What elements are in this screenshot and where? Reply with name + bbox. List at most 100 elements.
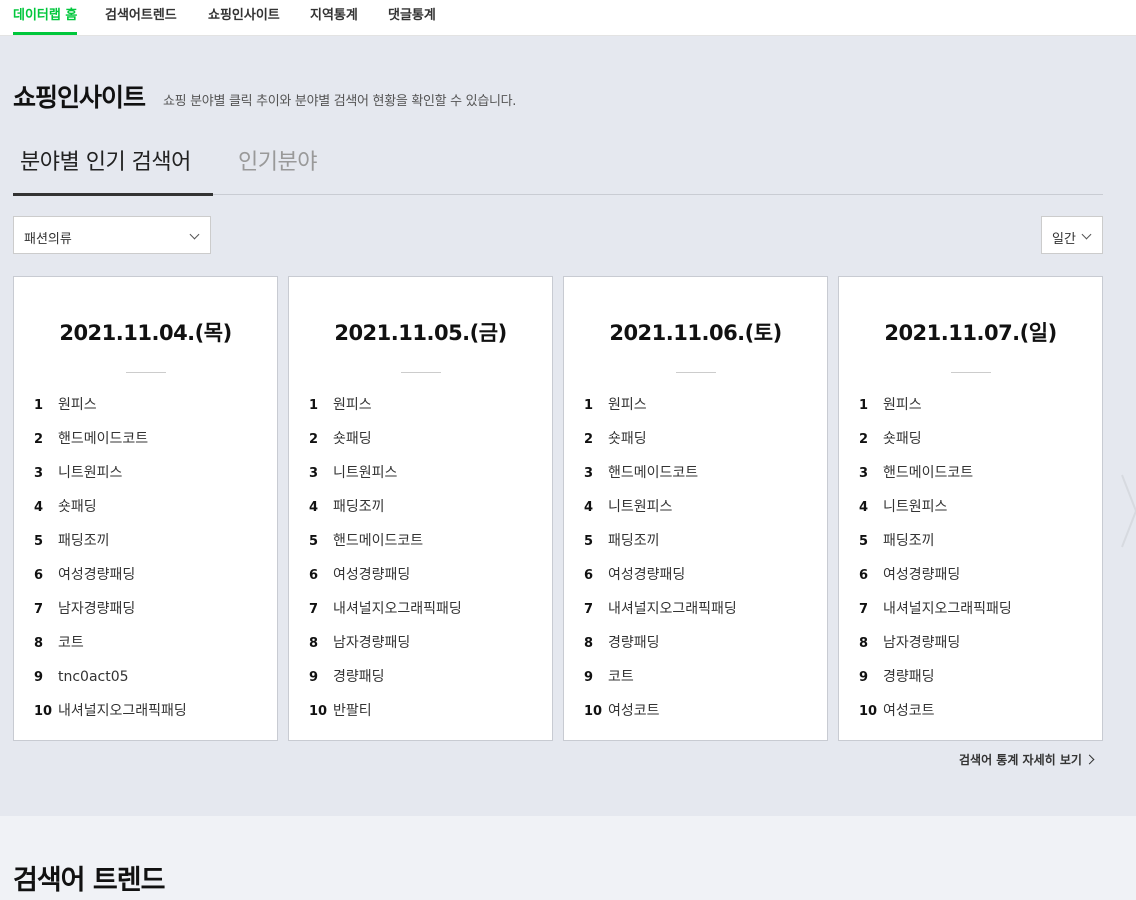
keyword-text: 니트원피스 — [608, 499, 673, 515]
rank-number: 8 — [584, 636, 594, 651]
keyword-text: 패딩조끼 — [883, 533, 935, 549]
keyword-rank-item[interactable]: 7 내셔널지오그래픽패딩 — [309, 598, 462, 632]
rank-number: 10 — [584, 704, 603, 719]
keyword-text: 원피스 — [883, 397, 922, 413]
nav-item-datalab-home[interactable]: 데이터랩 홈 — [13, 0, 78, 35]
keyword-rank-item[interactable]: 4 니트원피스 — [859, 496, 1012, 530]
keyword-text: 패딩조끼 — [608, 533, 660, 549]
rank-number: 10 — [859, 704, 878, 719]
keyword-rank-item[interactable]: 5 패딩조끼 — [34, 530, 187, 564]
keyword-rank-item[interactable]: 5 핸드메이드코트 — [309, 530, 462, 564]
keyword-text: 숏패딩 — [608, 431, 647, 447]
rank-number: 4 — [34, 500, 44, 515]
keyword-rank-item[interactable]: 5 패딩조끼 — [859, 530, 1012, 564]
chevron-down-icon — [1081, 229, 1092, 240]
keyword-rank-item[interactable]: 8 남자경량패딩 — [309, 632, 462, 666]
view-keyword-stats-link[interactable]: 검색어 통계 자세히 보기 — [959, 751, 1095, 768]
rank-number: 9 — [34, 670, 44, 685]
keyword-ranking-list: 1 원피스 2 핸드메이드코트 3 니트원피스 4 숏패딩 5 패딩조끼 6 여성경량패딩 7 남자경량패… — [34, 394, 187, 734]
rank-number: 6 — [859, 568, 869, 583]
nav-item-regional-stats[interactable]: 지역통계 — [310, 0, 358, 35]
rank-number: 5 — [859, 534, 869, 549]
page-description: 쇼핑 분야별 클릭 추이와 분야별 검색어 현황을 확인할 수 있습니다. — [163, 94, 517, 109]
section-title-search-trend: 검색어 트렌드 — [13, 865, 165, 896]
keyword-rank-item[interactable]: 1 원피스 — [309, 394, 462, 428]
keyword-rank-item[interactable]: 5 패딩조끼 — [584, 530, 737, 564]
keyword-rank-item[interactable]: 3 핸드메이드코트 — [584, 462, 737, 496]
page-title: 쇼핑인사이트 — [13, 83, 146, 112]
rank-number: 1 — [584, 398, 594, 413]
keyword-text: 니트원피스 — [333, 465, 398, 481]
keyword-rank-item[interactable]: 6 여성경량패딩 — [859, 564, 1012, 598]
keyword-ranking-list: 1 원피스 2 숏패딩 3 니트원피스 4 패딩조끼 5 핸드메이드코트 6 여성경량패딩 7 내셔널지오… — [309, 394, 462, 734]
keyword-rank-item[interactable]: 7 남자경량패딩 — [34, 598, 187, 632]
rank-number: 5 — [584, 534, 594, 549]
keyword-text: 핸드메이드코트 — [333, 533, 424, 549]
keyword-rank-item[interactable]: 9 경량패딩 — [859, 666, 1012, 700]
tab-popular-categories[interactable]: 인기분야 — [238, 144, 317, 176]
keyword-rank-item[interactable]: 4 숏패딩 — [34, 496, 187, 530]
keyword-text: 숏패딩 — [883, 431, 922, 447]
nav-item-comment-stats[interactable]: 댓글통계 — [388, 0, 436, 35]
view-keyword-stats-label: 검색어 통계 자세히 보기 — [959, 753, 1082, 767]
keyword-rank-item[interactable]: 4 패딩조끼 — [309, 496, 462, 530]
keyword-rank-item[interactable]: 9 tnc0act05 — [34, 666, 187, 700]
keyword-rank-item[interactable]: 4 니트원피스 — [584, 496, 737, 530]
keyword-text: 원피스 — [58, 397, 97, 413]
rank-number: 1 — [859, 398, 869, 413]
rank-number: 1 — [34, 398, 44, 413]
keyword-text: 남자경량패딩 — [58, 601, 136, 617]
keyword-rank-item[interactable]: 6 여성경량패딩 — [34, 564, 187, 598]
keyword-rank-item[interactable]: 2 숏패딩 — [584, 428, 737, 462]
keyword-rank-item[interactable]: 2 핸드메이드코트 — [34, 428, 187, 462]
keyword-rank-item[interactable]: 3 니트원피스 — [34, 462, 187, 496]
keyword-text: tnc0act05 — [58, 669, 129, 685]
keyword-rank-item[interactable]: 7 내셔널지오그래픽패딩 — [859, 598, 1012, 632]
rank-number: 4 — [584, 500, 594, 515]
ranking-card: 2021.11.06.(토) 1 원피스 2 숏패딩 3 핸드메이드코트 4 니트원피스 5 패딩조… — [563, 276, 828, 741]
keyword-text: 코트 — [58, 635, 84, 651]
category-select[interactable]: 패션의류 — [13, 216, 211, 254]
keyword-rank-item[interactable]: 1 원피스 — [584, 394, 737, 428]
keyword-text: 내셔널지오그래픽패딩 — [58, 703, 187, 719]
keyword-rank-item[interactable]: 10 여성코트 — [584, 700, 737, 734]
keyword-rank-item[interactable]: 10 여성코트 — [859, 700, 1012, 734]
keyword-rank-item[interactable]: 10 내셔널지오그래픽패딩 — [34, 700, 187, 734]
keyword-rank-item[interactable]: 2 숏패딩 — [309, 428, 462, 462]
keyword-text: 경량패딩 — [333, 669, 385, 685]
keyword-text: 숏패딩 — [333, 431, 372, 447]
nav-item-search-trend[interactable]: 검색어트렌드 — [105, 0, 177, 35]
card-divider — [951, 372, 991, 373]
keyword-rank-item[interactable]: 8 남자경량패딩 — [859, 632, 1012, 666]
shopping-insight-section: 쇼핑인사이트 쇼핑 분야별 클릭 추이와 분야별 검색어 현황을 확인할 수 있… — [0, 36, 1136, 816]
keyword-rank-item[interactable]: 10 반팔티 — [309, 700, 462, 734]
rank-number: 3 — [309, 466, 319, 481]
rank-number: 7 — [859, 602, 869, 617]
keyword-rank-item[interactable]: 6 여성경량패딩 — [309, 564, 462, 598]
keyword-rank-item[interactable]: 9 코트 — [584, 666, 737, 700]
nav-item-shopping-insight[interactable]: 쇼핑인사이트 — [208, 0, 280, 35]
rank-number: 5 — [34, 534, 44, 549]
keyword-rank-item[interactable]: 9 경량패딩 — [309, 666, 462, 700]
keyword-rank-item[interactable]: 7 내셔널지오그래픽패딩 — [584, 598, 737, 632]
keyword-rank-item[interactable]: 6 여성경량패딩 — [584, 564, 737, 598]
rank-number: 2 — [34, 432, 44, 447]
keyword-text: 니트원피스 — [883, 499, 948, 515]
keyword-rank-item[interactable]: 3 니트원피스 — [309, 462, 462, 496]
rank-number: 6 — [584, 568, 594, 583]
keyword-text: 핸드메이드코트 — [608, 465, 699, 481]
rank-number: 9 — [309, 670, 319, 685]
tab-popular-keywords[interactable]: 분야별 인기 검색어 — [20, 144, 191, 176]
keyword-rank-item[interactable]: 1 원피스 — [859, 394, 1012, 428]
next-arrow-icon[interactable] — [1118, 471, 1136, 551]
keyword-text: 핸드메이드코트 — [883, 465, 974, 481]
keyword-rank-item[interactable]: 8 경량패딩 — [584, 632, 737, 666]
period-select[interactable]: 일간 — [1041, 216, 1103, 254]
keyword-rank-item[interactable]: 3 핸드메이드코트 — [859, 462, 1012, 496]
rank-number: 5 — [309, 534, 319, 549]
keyword-rank-item[interactable]: 1 원피스 — [34, 394, 187, 428]
keyword-text: 여성경량패딩 — [608, 567, 686, 583]
keyword-rank-item[interactable]: 2 숏패딩 — [859, 428, 1012, 462]
top-navigation: 데이터랩 홈 검색어트렌드 쇼핑인사이트 지역통계 댓글통계 — [0, 0, 1136, 36]
keyword-rank-item[interactable]: 8 코트 — [34, 632, 187, 666]
